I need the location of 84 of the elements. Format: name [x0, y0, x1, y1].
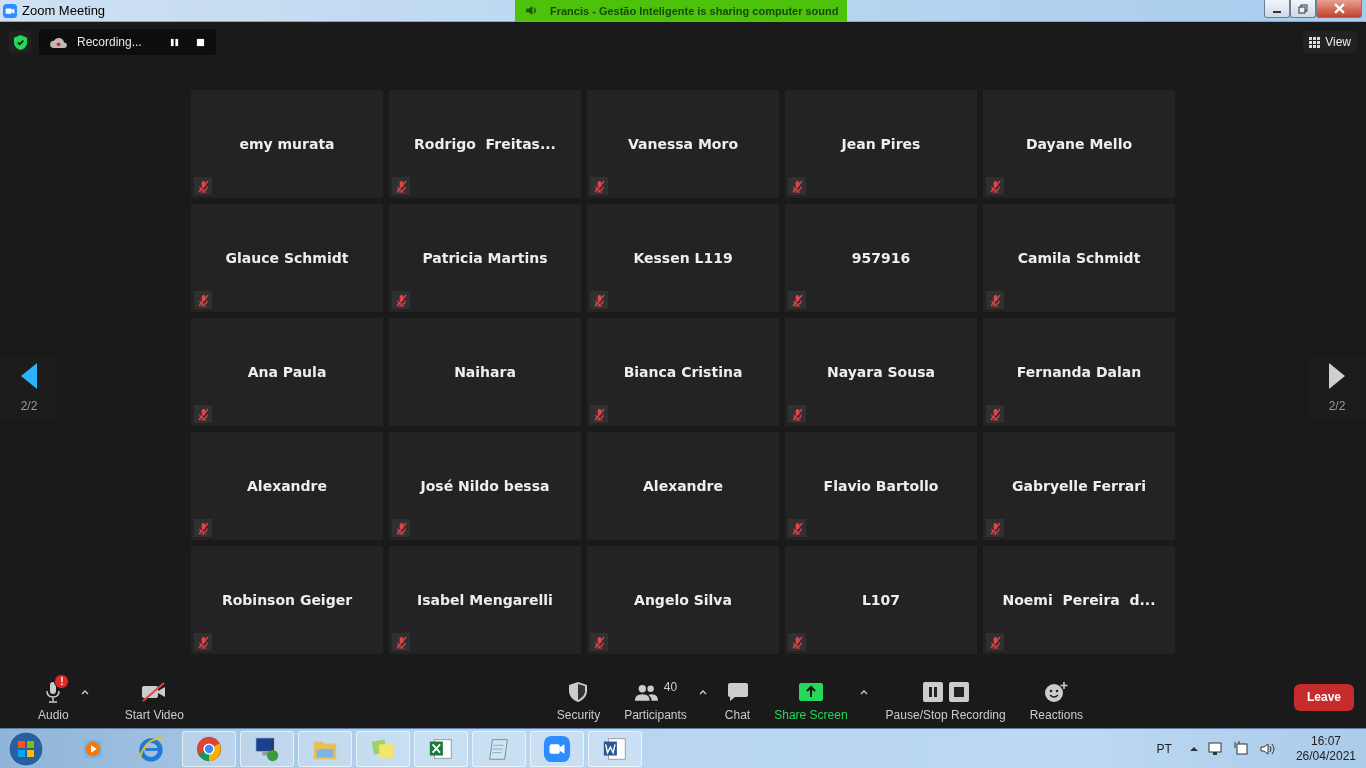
participant-name: Fernanda Dalan [1016, 364, 1142, 380]
leave-button[interactable]: Leave [1294, 683, 1354, 711]
video-camera-icon [543, 734, 571, 763]
remote-desktop-icon [253, 734, 281, 763]
clock-time: 16:07 [1310, 733, 1341, 749]
participant-name: Angelo Silva [634, 592, 732, 608]
toolbar-button[interactable]: Reactions [1017, 672, 1096, 722]
participant-name: Isabel Mengarelli [417, 592, 553, 608]
participant-count: 40 [663, 680, 678, 694]
start-orb-icon[interactable] [8, 730, 44, 767]
browser-icon [195, 734, 223, 763]
toolbar-button[interactable]: 40 Participants [612, 672, 699, 722]
show-hidden-icons-icon[interactable] [1189, 746, 1198, 751]
language-indicator[interactable]: PT [1156, 741, 1172, 756]
view-button[interactable]: View [1303, 31, 1357, 53]
people-icon [633, 683, 658, 701]
participant-name: Ana Paula [247, 364, 327, 380]
close-button[interactable] [1316, 0, 1362, 18]
window-title: Zoom Meeting [22, 3, 106, 18]
participant-name: emy murata [239, 136, 335, 152]
caret-icon[interactable] [80, 690, 89, 695]
restore-button[interactable] [1290, 0, 1316, 18]
shield-icon [569, 682, 588, 702]
participant-name: Flavio Bartollo [823, 478, 939, 494]
participant-name: Dayane Mello [1025, 136, 1133, 152]
toolbar-button[interactable]: Chat [712, 672, 763, 722]
minimize-button[interactable] [1264, 0, 1290, 18]
participant-name: Patricia Martins [422, 250, 548, 266]
sharing-text: Francis - Gestão Inteligente is sharing computer sound [550, 4, 839, 17]
minimize-icon [1273, 10, 1281, 13]
network-icon[interactable] [1207, 740, 1224, 757]
shield-check-icon [13, 34, 27, 50]
chat-bubble-icon [726, 682, 749, 702]
participant-name: Gabryelle Ferrari [1012, 478, 1146, 494]
alert-badge: ! [54, 674, 70, 689]
participant-name: Rodrigo Freitas... [414, 136, 556, 152]
pause-icon[interactable] [169, 37, 179, 47]
stop-icon[interactable] [195, 37, 205, 47]
next-page-arrow-icon[interactable] [1329, 363, 1345, 389]
grid-icon [1309, 36, 1321, 48]
page-indicator: 2/2 [1328, 399, 1346, 413]
toolbar-button[interactable]: Pause/Stop Recording [873, 672, 1018, 722]
encryption-badge[interactable] [9, 31, 31, 53]
participant-name: Noemi Pereira d... [1002, 592, 1156, 608]
cloud-record-icon [49, 35, 68, 49]
toolbar-button[interactable]: Start Video [112, 672, 196, 722]
smiley-plus-icon [1044, 682, 1069, 702]
participant-name: Vanessa Moro [627, 136, 738, 152]
participant-name: Jean Pires [841, 136, 921, 152]
participant-name: Camila Schmidt [1017, 250, 1141, 266]
participant-name: L107 [861, 592, 901, 608]
clock-date: 26/04/2021 [1295, 748, 1356, 764]
taskbar-button[interactable] [182, 730, 236, 767]
restore-icon [1298, 3, 1308, 14]
power-plug-icon[interactable] [1233, 740, 1250, 757]
caret-icon[interactable] [698, 690, 707, 695]
toolbar-button[interactable]: Share Screen [762, 672, 860, 722]
pause-stop-icon [922, 682, 969, 702]
participant-name: Alexandre [247, 478, 327, 494]
camera-logo-icon [3, 3, 17, 18]
participant-name: Robinson Geiger [221, 592, 353, 608]
participant-name: 957916 [851, 250, 911, 266]
participant-name: Alexandre [643, 478, 723, 494]
close-icon [1333, 3, 1345, 14]
previous-page-arrow-icon[interactable] [21, 363, 37, 389]
participant-name: Kessen L119 [633, 250, 733, 266]
participant-name: José Nildo bessa [420, 478, 550, 494]
microphone-icon [45, 681, 62, 703]
caret-icon[interactable] [859, 690, 868, 695]
taskbar-button[interactable] [588, 730, 642, 767]
recording-label: Recording... [77, 35, 142, 49]
participant-name: Glauce Schmidt [225, 250, 349, 266]
speaker-icon [525, 5, 538, 16]
toolbar-button[interactable]: Security [544, 672, 613, 722]
taskbar-button[interactable] [414, 730, 468, 767]
taskbar-button[interactable] [240, 730, 294, 767]
toolbar-button[interactable]: ! Audio [26, 672, 81, 722]
camera-off-icon [141, 682, 168, 702]
participant-name: Bianca Cristina [623, 364, 743, 380]
clock[interactable]: 16:07 26/04/2021 [1295, 733, 1356, 764]
volume-icon[interactable] [1259, 740, 1276, 757]
participant-name: Naihara [454, 364, 516, 380]
participant-name: Nayara Sousa [827, 364, 935, 380]
page-indicator: 2/2 [20, 399, 38, 413]
